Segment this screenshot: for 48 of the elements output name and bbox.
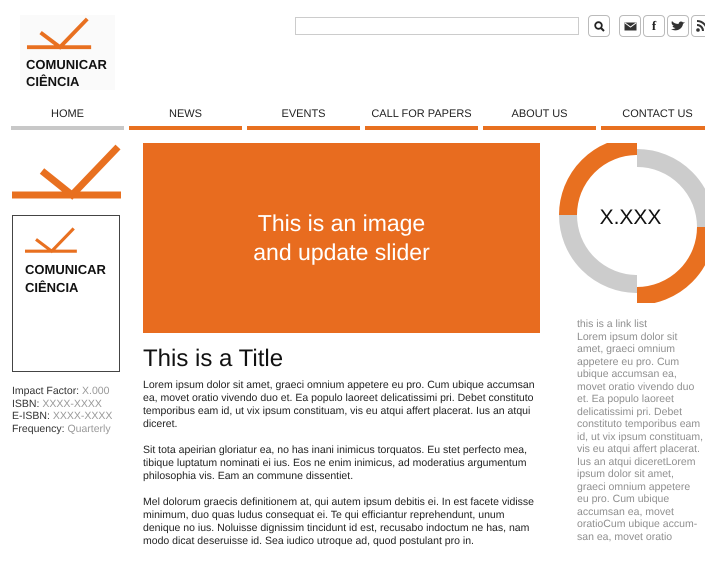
feed-icon: [696, 20, 705, 32]
link-list-line[interactable]: ubique accumsan ea,: [577, 368, 705, 380]
link-list-line[interactable]: constituto temporibus eam: [577, 418, 705, 430]
nav-tab[interactable]: HOME: [11, 104, 124, 130]
link-list-line[interactable]: Ius an atqui diceretLorem: [577, 456, 705, 468]
link-list-line[interactable]: oratioCum ubique accum-: [577, 518, 705, 530]
link-list-line[interactable]: san ea, movet oratio: [577, 530, 705, 543]
search-icon: [594, 20, 604, 32]
metric-value: X.XXX: [598, 206, 662, 230]
nav-tab[interactable]: ABOUT US: [483, 104, 596, 130]
link-list-line[interactable]: id, ut vix ipsum constituam,: [577, 430, 705, 443]
bird-button[interactable]: [667, 15, 689, 37]
link-list-line[interactable]: vis eu atqui affert placerat.: [577, 443, 705, 456]
article-paragraph: Mel dolorum graecis definitionem at, qui autem ipsum debitis ei. In est facete vidisse minimum, duo quas ludus consequat ei. Te qui efficiantur reprehendunt, unum denique no ius. Noluisse dignissim tincidunt id est, recusabo indoctum ne has, nam modo dicat deseruisse id. Sea iudico utroque ad, quod postulant pro in.: [143, 496, 536, 548]
link-list-line[interactable]: appetere eu pro. Cum: [577, 356, 705, 368]
social-button[interactable]: f: [643, 15, 665, 37]
meta-line: Impact Factor: X.000: [12, 385, 110, 398]
meta-line: E-ISBN: XXXX-XXXX: [12, 410, 114, 422]
article-paragraph: Lorem ipsum dolor sit amet, graeci omnium appetere eu pro. Cum ubique accumsan ea, movet oratio vivendo duo et. Ea populo laoreet delicatissimi pri. Debet constituto temporibus eam id, ut vix ipsum constituam, vis eu atqui affert placerat. Ius an atqui diceret.: [143, 379, 536, 431]
checkmark-logo-icon: [25, 226, 80, 256]
checkmark-logo-icon: [12, 143, 121, 200]
link-list-line[interactable]: graeci omnium appetere: [577, 480, 705, 493]
envelope-icon: [624, 22, 636, 30]
meta-line: Frequency: Quarterly: [12, 422, 112, 435]
search-field[interactable]: [295, 17, 579, 35]
slider-text: This is an image and update slider: [252, 209, 431, 267]
link-list-line[interactable]: delicatissimi pri. Debet: [577, 406, 705, 418]
article-title: This is a Title: [143, 345, 284, 373]
meta-line: ISBN: XXXX-XXXX: [12, 398, 103, 410]
article-paragraph: Sit tota apeirian gloriatur ea, no has inani inimicus torquatos. Eu stet perfecto mea, tibique luptatum nominati ei ius. Eos ne enim inimicus, ad moderatius argumentum philosophia vis. Eam an commune dissentiet.: [143, 444, 528, 483]
nav-tab[interactable]: CONTACT US: [601, 104, 705, 130]
nav-tab[interactable]: CALL FOR PAPERS: [365, 104, 478, 130]
link-list-line[interactable]: amet, graeci omnium: [577, 343, 705, 356]
nav-tab[interactable]: NEWS: [129, 104, 242, 130]
logo-text: COMUNICAR CIÊNCIA: [25, 262, 106, 295]
link-list-line[interactable]: eu pro. Cum ubique: [577, 493, 705, 506]
link-list-line[interactable]: accumsan ea, movet: [577, 506, 705, 518]
site-logo[interactable]: COMUNICAR CIÊNCIA: [20, 15, 115, 90]
bird-icon: [671, 20, 685, 32]
link-list-line[interactable]: movet oratio vivendo duo: [577, 380, 705, 393]
mail-button[interactable]: [619, 15, 641, 37]
link-list-line[interactable]: et. Ea populo laoreet: [577, 393, 705, 406]
logo-text: COMUNICAR CIÊNCIA: [26, 56, 108, 90]
link-list-line[interactable]: Lorem ipsum dolor sit: [577, 330, 705, 343]
link-list-title[interactable]: this is a link list: [577, 318, 705, 330]
nav-tab[interactable]: EVENTS: [247, 104, 360, 130]
search-button[interactable]: [588, 15, 610, 37]
link-list-line[interactable]: ipsum dolor sit amet,: [577, 468, 705, 480]
